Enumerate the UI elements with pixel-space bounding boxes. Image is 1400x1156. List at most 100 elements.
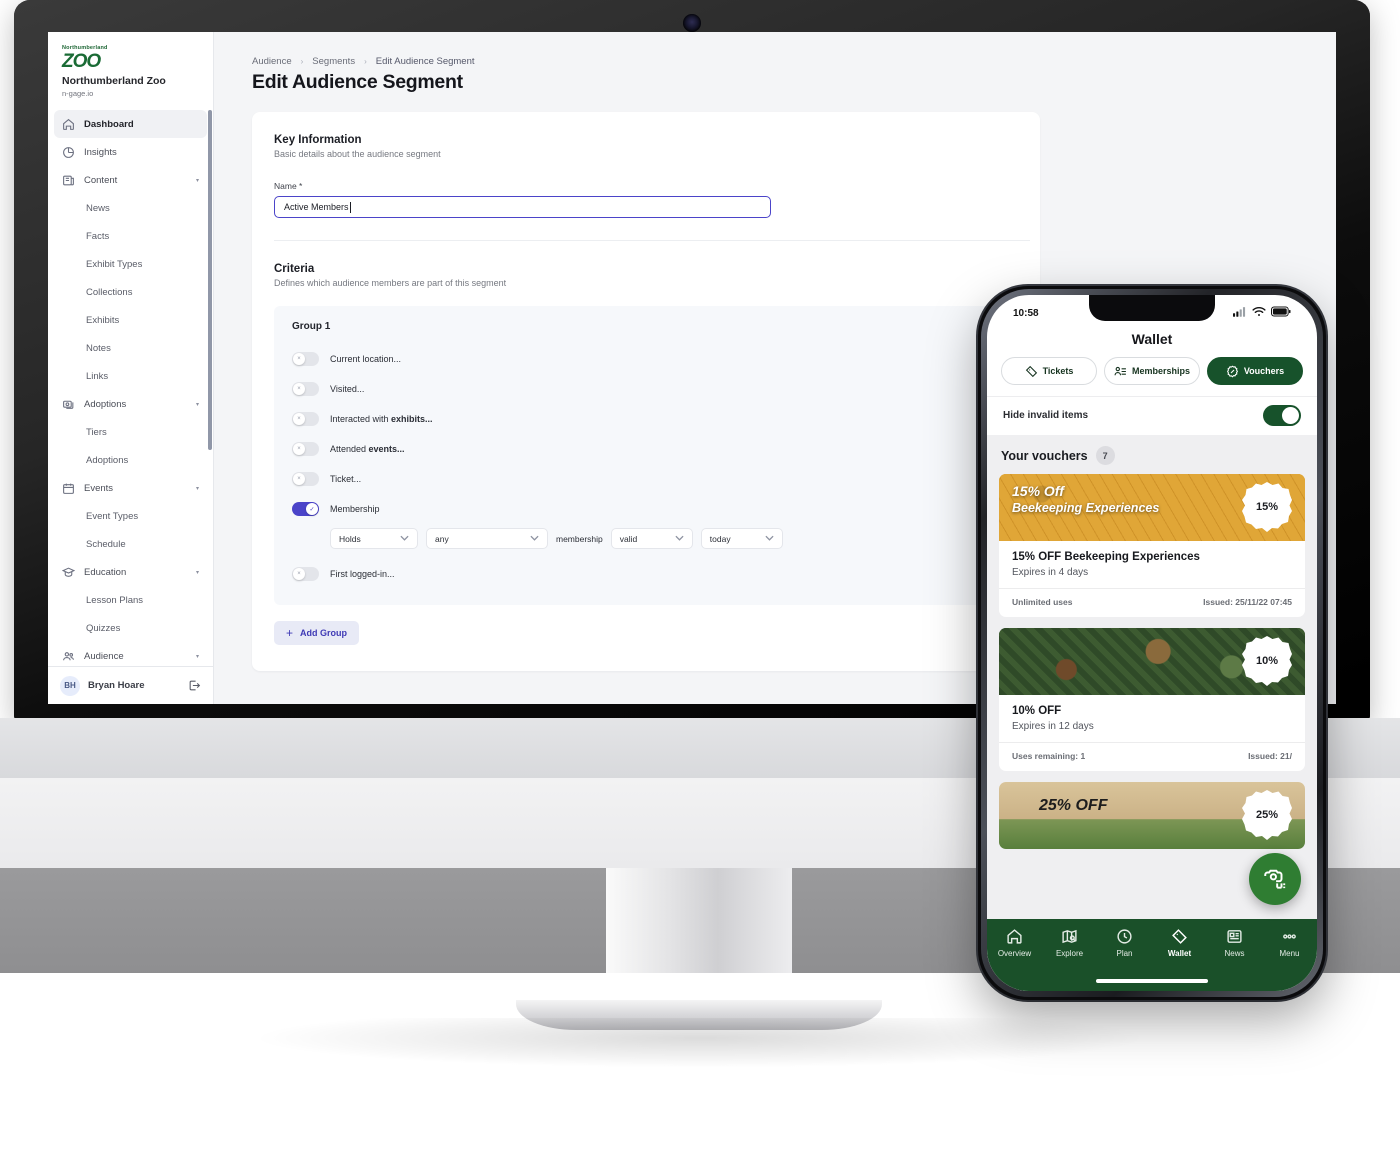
sidebar-nav: Dashboard Insights Content ▾ News Facts … — [48, 108, 213, 666]
add-group-button[interactable]: + Add Group — [274, 621, 360, 645]
sidebar-item-adoptions-group[interactable]: Adoptions ▾ — [54, 390, 207, 418]
vouchers-header-title: Your vouchers — [1001, 448, 1088, 463]
tab-memberships[interactable]: Memberships — [1104, 357, 1200, 385]
breadcrumb-segments[interactable]: Segments — [312, 56, 355, 67]
sidebar-item-tiers[interactable]: Tiers — [54, 418, 207, 446]
text-cursor — [349, 201, 351, 213]
sidebar-item-label: News — [86, 202, 110, 214]
sidebar-item-exhibit-types[interactable]: Exhibit Types — [54, 250, 207, 278]
sidebar-item-events-group[interactable]: Events ▾ — [54, 474, 207, 502]
hide-invalid-toggle[interactable] — [1263, 405, 1301, 426]
sidebar-item-audience-group[interactable]: Audience ▾ — [54, 642, 207, 666]
scan-qr-camera-icon[interactable] — [1249, 853, 1301, 905]
sidebar-item-schedule[interactable]: Schedule — [54, 530, 207, 558]
home-icon — [62, 118, 75, 131]
bottom-nav-news[interactable]: News — [1207, 928, 1262, 958]
criteria-label: First logged-in... — [330, 569, 395, 579]
sidebar-item-event-types[interactable]: Event Types — [54, 502, 207, 530]
bottom-nav-plan[interactable]: Plan — [1097, 928, 1152, 958]
criteria-row-attended-events: × Attended events... — [292, 434, 1012, 464]
criteria-toggle[interactable]: × — [292, 352, 319, 366]
sidebar-item-label: Exhibits — [86, 314, 120, 326]
name-input[interactable]: Active Members — [274, 196, 771, 218]
sidebar-item-content[interactable]: Content ▾ — [54, 166, 207, 194]
voucher-issued: Issued: 25/11/22 07:45 — [1203, 597, 1292, 607]
sidebar-item-dashboard[interactable]: Dashboard — [54, 110, 207, 139]
phone-notch — [1089, 295, 1215, 321]
phone-frame: 10:58 Wallet Tickets Memberships Voucher… — [978, 286, 1326, 1000]
bottom-nav-menu[interactable]: Menu — [1262, 928, 1317, 958]
criteria-toggle[interactable]: × — [292, 472, 319, 486]
home-icon — [1006, 928, 1023, 945]
select-holds[interactable]: Holds — [330, 528, 418, 549]
select-time[interactable]: today — [700, 528, 783, 549]
sidebar-user-bar[interactable]: BH Bryan Hoare — [48, 666, 213, 704]
chevron-down-icon — [755, 535, 774, 543]
toggle-off-icon: × — [293, 383, 305, 395]
sidebar-scrollbar[interactable] — [208, 110, 212, 451]
criteria-toggle[interactable]: × — [292, 567, 319, 581]
sidebar-item-insights[interactable]: Insights — [54, 138, 207, 166]
voucher-body: 15% OFF Beekeeping Experiences Expires i… — [999, 541, 1305, 588]
sidebar-item-label: Events — [84, 482, 114, 494]
voucher-discount-badge: 10% — [1242, 636, 1292, 686]
sidebar-item-quizzes[interactable]: Quizzes — [54, 614, 207, 642]
criteria-label: Membership — [330, 504, 380, 514]
chevron-down-icon: ▾ — [195, 569, 199, 576]
criteria-description: Defines which audience members are part … — [274, 278, 507, 288]
sidebar-item-adoptions[interactable]: Adoptions — [54, 446, 207, 474]
bottom-nav-label: Wallet — [1167, 949, 1192, 958]
wallet-tag-icon — [1171, 928, 1188, 945]
tab-tickets[interactable]: Tickets — [1001, 357, 1097, 385]
criteria-toggle[interactable]: × — [292, 442, 319, 456]
voucher-image-line1: 15% Off — [1012, 483, 1064, 499]
voucher-discount-badge: 15% — [1242, 482, 1292, 532]
sidebar-item-facts[interactable]: Facts — [54, 222, 207, 250]
criteria-toggle[interactable]: × — [292, 382, 319, 396]
logo-zoo-text: ZOO — [62, 50, 101, 72]
sidebar-item-links[interactable]: Links — [54, 362, 207, 390]
breadcrumb-audience[interactable]: Audience — [252, 56, 292, 67]
sidebar-item-label: Exhibit Types — [86, 258, 143, 270]
criteria-label: Attended events... — [330, 444, 405, 454]
voucher-card[interactable]: 15% Off Beekeeping Experiences 15% 15% O… — [999, 474, 1305, 617]
voucher-card[interactable]: 25% OFF 25% — [999, 782, 1305, 849]
criteria-title: Criteria — [274, 263, 315, 275]
sidebar-item-collections[interactable]: Collections — [54, 278, 207, 306]
home-indicator — [1096, 979, 1208, 983]
sidebar-item-label: Tiers — [86, 426, 107, 438]
sidebar-item-education-group[interactable]: Education ▾ — [54, 558, 207, 586]
sidebar-item-label: Lesson Plans — [86, 594, 144, 606]
voucher-body: 10% OFF Expires in 12 days — [999, 695, 1305, 742]
voucher-card[interactable]: 10% 10% OFF Expires in 12 days Uses rema… — [999, 628, 1305, 771]
key-information-title: Key Information — [274, 134, 362, 146]
sidebar-item-lesson-plans[interactable]: Lesson Plans — [54, 586, 207, 614]
chevron-down-icon: ▾ — [195, 177, 199, 184]
sidebar-item-news[interactable]: News — [54, 194, 207, 222]
select-state[interactable]: valid — [610, 528, 693, 549]
voucher-image-text: 25% OFF — [1039, 796, 1107, 816]
logout-icon[interactable] — [188, 679, 201, 692]
bottom-nav-wallet[interactable]: Wallet — [1152, 928, 1207, 958]
voucher-discount-badge: 25% — [1242, 790, 1292, 840]
more-dots-icon — [1281, 928, 1298, 945]
voucher-issued: Issued: 21/ — [1248, 751, 1292, 761]
sidebar-item-exhibits[interactable]: Exhibits — [54, 306, 207, 334]
bottom-nav-overview[interactable]: Overview — [987, 928, 1042, 958]
bottom-nav-explore[interactable]: Explore — [1042, 928, 1097, 958]
tab-vouchers[interactable]: Vouchers — [1207, 357, 1303, 385]
breadcrumb-separator-icon: › — [364, 57, 367, 66]
bottom-nav-label: Overview — [997, 949, 1032, 958]
criteria-row-first-logged-in: × First logged-in... — [292, 559, 1012, 589]
sidebar: Northumberland ZOO Northumberland Zoo n-… — [48, 32, 214, 704]
breadcrumb: Audience › Segments › Edit Audience Segm… — [252, 56, 1310, 67]
select-quantifier[interactable]: any — [426, 528, 548, 549]
wallet-tabs: Tickets Memberships Vouchers — [987, 357, 1317, 396]
sidebar-item-label: Dashboard — [84, 118, 134, 130]
ticket-icon — [1025, 365, 1038, 378]
select-value: any — [435, 533, 449, 544]
sidebar-item-notes[interactable]: Notes — [54, 334, 207, 362]
criteria-toggle-membership[interactable]: ✓ — [292, 502, 319, 516]
criteria-toggle[interactable]: × — [292, 412, 319, 426]
voucher-badge-icon — [1226, 365, 1239, 378]
